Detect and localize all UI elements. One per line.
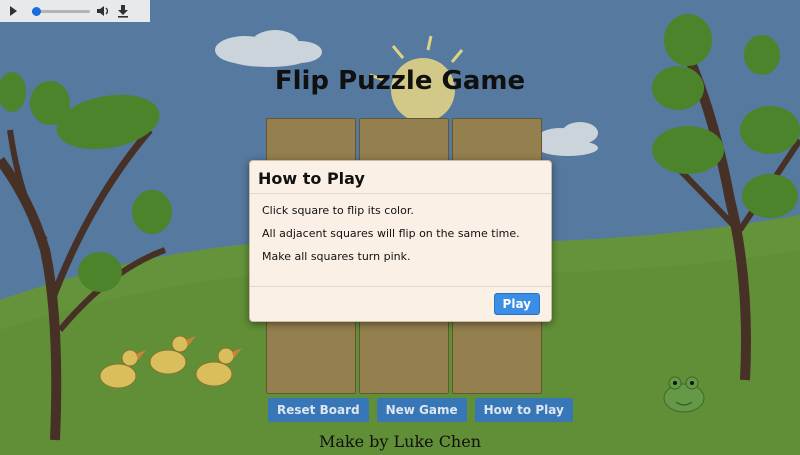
dialog-title: How to Play	[250, 161, 551, 194]
play-button[interactable]: Play	[493, 293, 540, 315]
instruction-line: Make all squares turn pink.	[262, 250, 411, 263]
how-to-play-dialog: How to Play Click square to flip its col…	[249, 160, 552, 322]
instruction-line: All adjacent squares will flip on the sa…	[262, 227, 520, 240]
instruction-line: Click square to flip its color.	[262, 204, 414, 217]
dialog-footer: Play	[250, 286, 551, 321]
dialog-body: Click square to flip its color. All adja…	[250, 194, 551, 263]
